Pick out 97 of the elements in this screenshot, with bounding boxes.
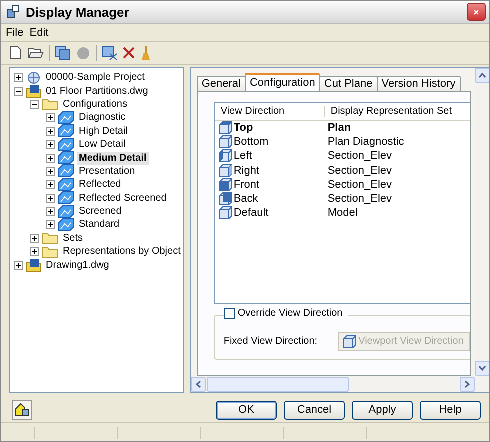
tree-item[interactable]: 01 Floor Partitions.dwg	[44, 84, 150, 98]
tab[interactable]: General	[196, 76, 246, 91]
tree-item[interactable]: Representations by Object	[61, 245, 183, 258]
folder-icon	[42, 231, 59, 246]
scroll-left-icon	[196, 380, 201, 388]
expand-icon[interactable]	[14, 73, 23, 82]
drawing-file-icon	[26, 84, 42, 99]
expand-icon[interactable]	[30, 247, 39, 256]
horizontal-scrollbar[interactable]	[190, 376, 489, 392]
table-cell-text: Section_Elev	[326, 164, 392, 177]
tree-item[interactable]: Presentation	[77, 164, 138, 178]
globe-icon	[26, 70, 42, 85]
window-icon	[7, 5, 21, 19]
expand-icon[interactable]	[46, 113, 55, 122]
column-header[interactable]: Display Representation Set	[324, 106, 452, 117]
field-label: Fixed View Direction:	[224, 336, 318, 347]
tree-item[interactable]: Reflected Screened	[77, 192, 169, 205]
drawing-file-icon	[26, 258, 42, 273]
scroll-up-icon	[478, 73, 486, 78]
configuration-icon	[58, 124, 75, 138]
expand-icon[interactable]	[46, 220, 55, 230]
cube-icon	[218, 149, 233, 164]
table-cell: Right	[234, 164, 260, 177]
table-cell: Bottom	[234, 136, 269, 148]
cube-icon	[218, 206, 233, 220]
table-cell: Front	[234, 178, 260, 191]
folder-icon	[42, 97, 59, 112]
dialog-button[interactable]: Cancel	[284, 400, 345, 420]
cube-icon	[218, 121, 233, 136]
column-header[interactable]: View Direction	[214, 106, 325, 117]
delete-icon[interactable]	[123, 47, 135, 59]
building-icon	[14, 402, 30, 418]
tree-item[interactable]: 00000-Sample Project	[44, 71, 147, 84]
vertical-scrollbar[interactable]	[474, 68, 489, 376]
expand-icon[interactable]	[14, 260, 23, 270]
table-cell-text: Section_Elev	[326, 178, 392, 191]
expand-icon[interactable]	[46, 207, 55, 216]
collapse-icon[interactable]	[30, 100, 39, 109]
configuration-icon	[58, 151, 75, 166]
table-cell-text: Section_Elev	[326, 193, 392, 206]
tab[interactable]: Cut Plane	[319, 76, 378, 91]
table-cell-text: Plan	[326, 122, 352, 134]
cube-icon	[218, 192, 233, 206]
window-title: Display Manager	[26, 4, 130, 20]
table-cell: Left	[234, 150, 252, 162]
configuration-icon	[58, 191, 75, 206]
close-button[interactable]	[467, 3, 486, 21]
scroll-down-icon	[478, 366, 486, 371]
table-cell-text: Section_Elev	[326, 150, 392, 162]
expand-icon[interactable]	[46, 154, 55, 163]
new-file-icon[interactable]	[9, 46, 23, 60]
cube-icon	[218, 164, 233, 178]
tree-item[interactable]: Standard	[77, 218, 122, 232]
copy-icon[interactable]	[55, 46, 71, 60]
tree-item[interactable]: Reflected	[77, 178, 124, 192]
tree-item[interactable]: Diagnostic	[77, 111, 128, 124]
collapse-icon[interactable]	[14, 86, 23, 96]
cube-icon	[218, 135, 233, 150]
tab[interactable]: Version History	[376, 76, 461, 91]
tree-item[interactable]: Sets	[61, 232, 86, 245]
purge-icon[interactable]	[102, 46, 118, 60]
dialog-button[interactable]: Help	[420, 400, 481, 420]
expand-icon[interactable]	[30, 234, 39, 243]
configuration-icon	[58, 110, 75, 125]
tree-item[interactable]: Screened	[77, 205, 124, 218]
expand-icon[interactable]	[46, 194, 55, 203]
tree-item[interactable]: Configurations	[61, 98, 130, 111]
configuration-icon	[58, 164, 75, 178]
folder-icon	[42, 244, 59, 259]
scroll-right-icon	[464, 380, 470, 388]
icon-button[interactable]	[12, 400, 32, 420]
configuration-icon	[58, 218, 75, 232]
expand-icon[interactable]	[46, 166, 55, 176]
expand-icon[interactable]	[46, 180, 55, 190]
configuration-icon	[58, 204, 75, 219]
menu-item[interactable]: File	[6, 26, 24, 38]
tree-item[interactable]: Medium Detail	[77, 152, 149, 165]
open-folder-icon[interactable]	[28, 46, 44, 60]
dialog-button[interactable]: OK	[216, 400, 277, 420]
tree-item[interactable]: Drawing1.dwg	[44, 258, 112, 272]
configuration-icon	[58, 178, 75, 192]
expand-icon[interactable]	[46, 140, 55, 150]
tree-item[interactable]: High Detail	[77, 124, 130, 138]
tab[interactable]: Configuration	[244, 73, 320, 91]
menu-item[interactable]: Edit	[30, 26, 49, 38]
cube-icon	[218, 178, 233, 192]
table-cell: Back	[234, 193, 258, 206]
table-cell: Default	[234, 207, 269, 220]
close-icon	[474, 8, 479, 16]
table-cell-text: Plan Diagnostic	[326, 136, 404, 148]
tree-item[interactable]: Low Detail	[77, 138, 128, 152]
table-cell-text: Model	[326, 207, 358, 220]
configuration-icon	[58, 138, 75, 152]
table-cell: Top	[234, 122, 254, 134]
dialog-button[interactable]: Apply	[352, 400, 413, 420]
expand-icon[interactable]	[46, 126, 55, 136]
cube-icon	[342, 334, 357, 348]
